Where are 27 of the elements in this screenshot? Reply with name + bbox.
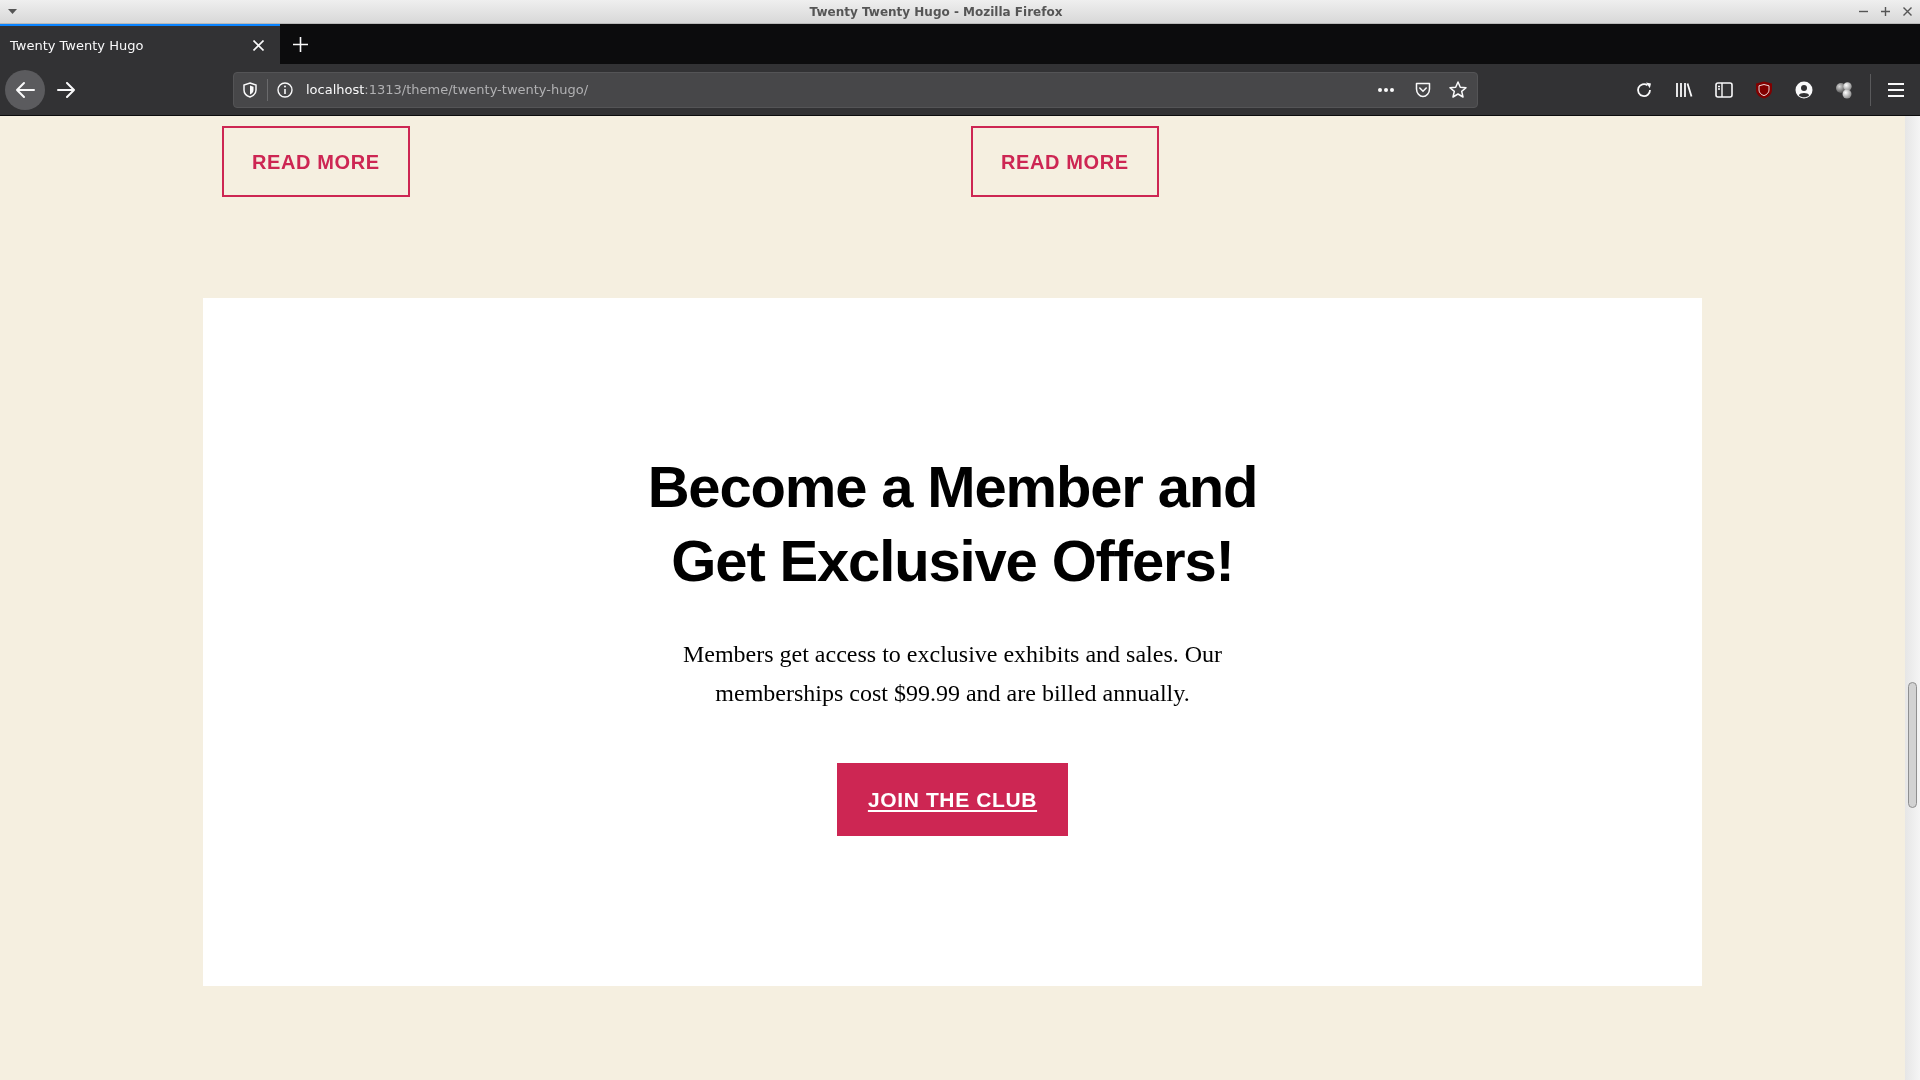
cta-heading: Become a Member and Get Exclusive Offers! [646,453,1259,595]
plus-icon[interactable] [293,36,308,52]
library-icon[interactable] [1675,80,1693,99]
window-title: Twenty Twenty Hugo - Mozilla Firefox [808,4,1064,19]
url-text[interactable]: localhost:1313/theme/twenty-twenty-hugo/ [306,82,1378,97]
ellipsis-icon[interactable] [1378,87,1394,92]
shield-badge-icon[interactable] [1755,80,1773,99]
close-icon[interactable] [1903,7,1912,16]
forward-arrow-icon[interactable] [57,81,75,98]
spheres-icon[interactable] [1835,80,1853,99]
account-icon[interactable] [1795,80,1813,99]
join-button[interactable]: JOIN THE CLUB [836,763,1069,836]
shield-icon[interactable] [243,81,257,98]
menu-icon[interactable] [1887,81,1905,98]
star-icon[interactable] [1449,81,1467,98]
cta-text: Members get access to exclusive exhibits and sales. Our memberships cost $99.99 and are billed annually. [681,640,1224,708]
chevron-badge-icon[interactable] [1415,81,1431,98]
read-more-button[interactable]: READ MORE [222,126,410,197]
caret-icon[interactable] [7,9,17,14]
tab[interactable]: Twenty Twenty Hugo [0,24,280,64]
address-bar[interactable]: localhost:1313/theme/twenty-twenty-hugo/ [233,71,1478,108]
maximize-icon[interactable] [1881,7,1890,16]
read-more-button[interactable]: READ MORE [971,126,1159,197]
info-icon[interactable] [277,81,293,98]
reload-icon[interactable] [1635,80,1653,99]
scrollbar-thumb[interactable] [1908,682,1917,808]
sidebar-icon[interactable] [1715,81,1733,98]
